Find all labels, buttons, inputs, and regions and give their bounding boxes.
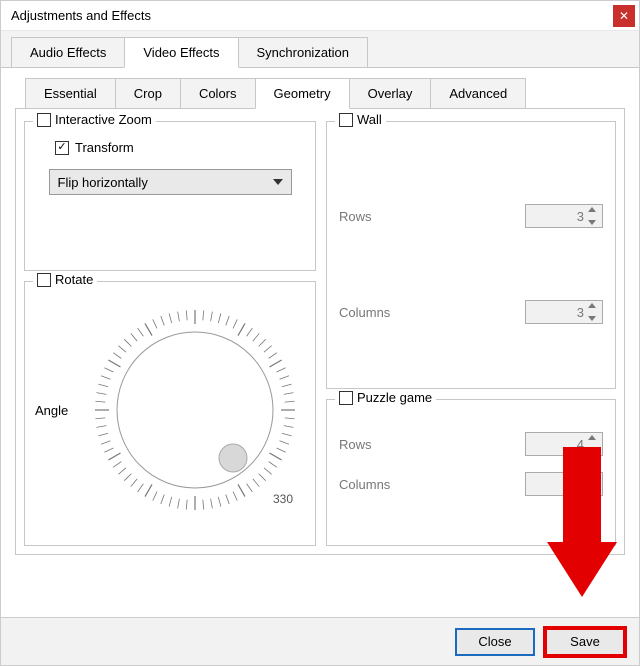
dialog-window: Adjustments and Effects ✕ Audio Effects … xyxy=(0,0,640,666)
close-button[interactable]: Close xyxy=(455,628,535,656)
close-icon[interactable]: ✕ xyxy=(613,5,635,27)
geometry-right-column: Wall Rows 3 Columns 3 xyxy=(326,121,616,546)
main-tab-bar: Audio Effects Video Effects Synchronizat… xyxy=(1,31,639,68)
wall-label: Wall xyxy=(357,112,382,127)
puzzle-rows-row: Rows 4 xyxy=(339,432,603,456)
angle-dial[interactable]: 330 xyxy=(85,300,305,520)
puzzle-rows-spinbox[interactable]: 4 xyxy=(525,432,603,456)
transform-dropdown[interactable]: Flip horizontally xyxy=(49,169,292,195)
interactive-zoom-label: Interactive Zoom xyxy=(55,112,152,127)
dialog-footer: Close Save xyxy=(1,617,639,665)
window-title: Adjustments and Effects xyxy=(11,8,151,23)
tab-audio-effects[interactable]: Audio Effects xyxy=(11,37,125,67)
subtab-geometry[interactable]: Geometry xyxy=(255,78,350,109)
wall-checkbox[interactable] xyxy=(339,113,353,127)
interactive-zoom-panel: Interactive Zoom Transform Flip horizont… xyxy=(24,121,316,271)
transform-label: Transform xyxy=(75,140,134,155)
wall-cols-row: Columns 3 xyxy=(339,300,603,324)
tab-content: Essential Crop Colors Geometry Overlay A… xyxy=(1,68,639,565)
rotate-panel: Rotate Angle 330 xyxy=(24,281,316,546)
subtab-advanced[interactable]: Advanced xyxy=(430,78,526,108)
transform-checkbox[interactable] xyxy=(55,141,69,155)
wall-panel: Wall Rows 3 Columns 3 xyxy=(326,121,616,389)
rotate-body: Angle 330 xyxy=(35,292,305,520)
subtab-overlay[interactable]: Overlay xyxy=(349,78,432,108)
subtab-essential[interactable]: Essential xyxy=(25,78,116,108)
puzzle-panel: Puzzle game Rows 4 Columns xyxy=(326,399,616,546)
angle-tick-label: 330 xyxy=(273,492,293,506)
puzzle-cols-row: Columns xyxy=(339,472,603,496)
title-bar: Adjustments and Effects ✕ xyxy=(1,1,639,31)
interactive-zoom-title: Interactive Zoom xyxy=(33,112,156,127)
rotate-label: Rotate xyxy=(55,272,93,287)
geometry-pane: Interactive Zoom Transform Flip horizont… xyxy=(15,109,625,555)
transform-dropdown-value: Flip horizontally xyxy=(58,175,148,190)
wall-cols-spinbox[interactable]: 3 xyxy=(525,300,603,324)
save-button[interactable]: Save xyxy=(545,628,625,656)
wall-rows-label: Rows xyxy=(339,209,372,224)
puzzle-rows-label: Rows xyxy=(339,437,372,452)
sub-tab-bar: Essential Crop Colors Geometry Overlay A… xyxy=(15,78,625,109)
wall-rows-row: Rows 3 xyxy=(339,204,603,228)
wall-title: Wall xyxy=(335,112,386,127)
subtab-colors[interactable]: Colors xyxy=(180,78,256,108)
puzzle-title: Puzzle game xyxy=(335,390,436,405)
geometry-left-column: Interactive Zoom Transform Flip horizont… xyxy=(24,121,316,546)
tab-synchronization[interactable]: Synchronization xyxy=(238,37,369,67)
chevron-down-icon xyxy=(273,179,283,185)
puzzle-cols-spinbox[interactable] xyxy=(525,472,603,496)
angle-label: Angle xyxy=(35,403,81,418)
wall-cols-label: Columns xyxy=(339,305,390,320)
tab-video-effects[interactable]: Video Effects xyxy=(124,37,238,68)
puzzle-label: Puzzle game xyxy=(357,390,432,405)
wall-rows-spinbox[interactable]: 3 xyxy=(525,204,603,228)
puzzle-checkbox[interactable] xyxy=(339,391,353,405)
transform-row: Transform xyxy=(55,140,305,155)
interactive-zoom-checkbox[interactable] xyxy=(37,113,51,127)
rotate-checkbox[interactable] xyxy=(37,273,51,287)
subtab-crop[interactable]: Crop xyxy=(115,78,181,108)
rotate-title: Rotate xyxy=(33,272,97,287)
puzzle-cols-label: Columns xyxy=(339,477,390,492)
